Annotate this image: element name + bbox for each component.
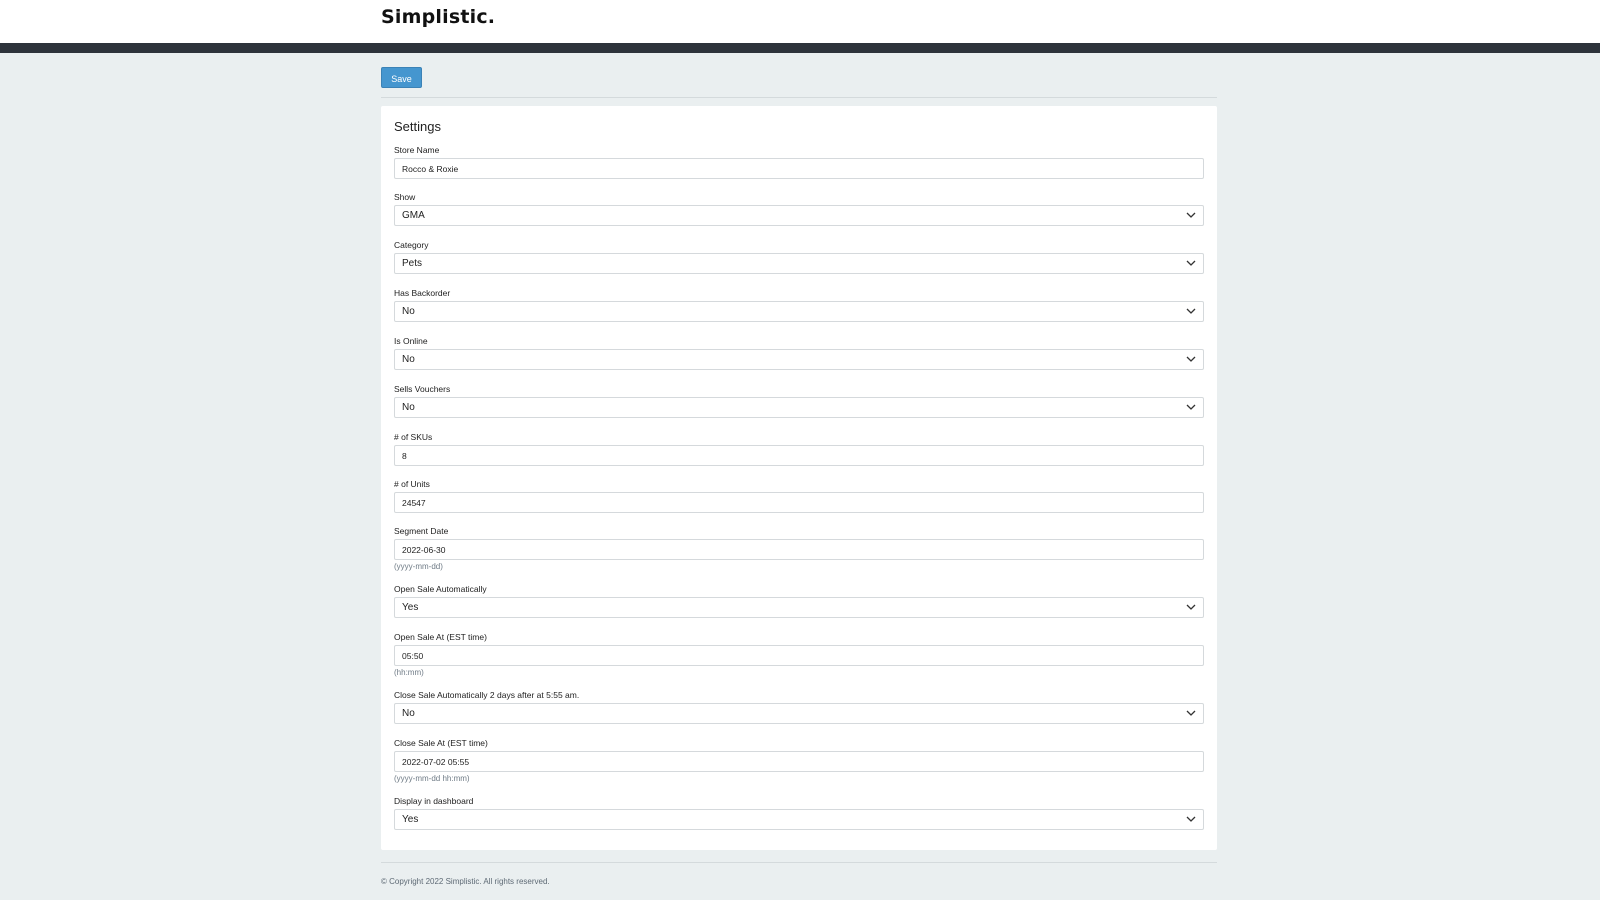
display-dashboard-label: Display in dashboard (394, 796, 474, 806)
num-skus-input[interactable] (394, 445, 1204, 466)
segment-date-hint: (yyyy-mm-dd) (394, 562, 443, 571)
chevron-down-icon (1186, 260, 1196, 266)
sells-vouchers-select-value: No (402, 402, 415, 413)
settings-card: Settings Store Name Show GMA Category Pe… (381, 106, 1217, 850)
store-name-label: Store Name (394, 145, 440, 155)
show-select[interactable]: GMA (394, 205, 1204, 226)
is-online-select-value: No (402, 354, 415, 365)
category-label: Category (394, 240, 429, 250)
chevron-down-icon (1186, 308, 1196, 314)
show-label: Show (394, 192, 416, 202)
save-button[interactable]: Save (381, 67, 422, 88)
display-dashboard-select-value: Yes (402, 814, 419, 825)
sells-vouchers-label: Sells Vouchers (394, 384, 451, 394)
category-select-value: Pets (402, 258, 423, 269)
close-sale-at-label: Close Sale At (EST time) (394, 738, 488, 748)
open-sale-at-label: Open Sale At (EST time) (394, 632, 487, 642)
close-sale-auto-label: Close Sale Automatically 2 days after at… (394, 690, 580, 700)
open-sale-auto-label: Open Sale Automatically (394, 584, 487, 594)
close-sale-at-hint: (yyyy-mm-dd hh:mm) (394, 774, 470, 783)
chevron-down-icon (1186, 816, 1196, 822)
chevron-down-icon (1186, 404, 1196, 410)
close-sale-auto-select[interactable]: No (394, 703, 1204, 724)
has-backorder-select-value: No (402, 306, 415, 317)
category-select[interactable]: Pets (394, 253, 1204, 274)
num-skus-label: # of SKUs (394, 432, 433, 442)
open-sale-at-hint: (hh:mm) (394, 668, 424, 677)
segment-date-label: Segment Date (394, 526, 449, 536)
top-header: Simplistic. (0, 0, 1600, 43)
settings-title: Settings (394, 119, 441, 134)
segment-date-input[interactable] (394, 539, 1204, 560)
has-backorder-select[interactable]: No (394, 301, 1204, 322)
divider (381, 97, 1217, 98)
footer-divider (381, 862, 1217, 863)
close-sale-at-input[interactable] (394, 751, 1204, 772)
sells-vouchers-select[interactable]: No (394, 397, 1204, 418)
has-backorder-label: Has Backorder (394, 288, 451, 298)
close-sale-auto-select-value: No (402, 708, 415, 719)
chevron-down-icon (1186, 356, 1196, 362)
copyright-text: © Copyright 2022 Simplistic. All rights … (381, 877, 550, 886)
open-sale-at-input[interactable] (394, 645, 1204, 666)
is-online-label: Is Online (394, 336, 428, 346)
chevron-down-icon (1186, 212, 1196, 218)
chevron-down-icon (1186, 710, 1196, 716)
num-units-label: # of Units (394, 479, 430, 489)
display-dashboard-select[interactable]: Yes (394, 809, 1204, 830)
num-units-input[interactable] (394, 492, 1204, 513)
show-select-value: GMA (402, 210, 425, 221)
store-name-input[interactable] (394, 158, 1204, 179)
open-sale-auto-select-value: Yes (402, 602, 419, 613)
logo[interactable]: Simplistic. (381, 6, 495, 28)
is-online-select[interactable]: No (394, 349, 1204, 370)
open-sale-auto-select[interactable]: Yes (394, 597, 1204, 618)
chevron-down-icon (1186, 604, 1196, 610)
nav-bar (0, 43, 1600, 53)
